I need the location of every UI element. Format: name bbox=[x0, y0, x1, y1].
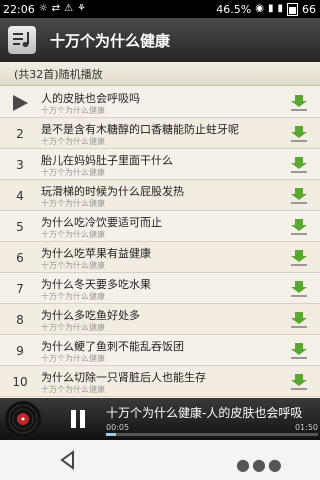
warning-icon: ⚠ bbox=[64, 3, 74, 14]
music-list-icon[interactable] bbox=[8, 26, 36, 54]
song-number: 2 bbox=[16, 126, 24, 141]
notification-icon: ☼ bbox=[38, 3, 48, 14]
list-item[interactable]: 3 胎儿在妈妈肚子里面干什么 十万个为什么健康 bbox=[0, 149, 320, 180]
battery-percent: 46.5% bbox=[216, 2, 252, 16]
song-album: 十万个为什么健康 bbox=[41, 323, 105, 332]
song-album: 十万个为什么健康 bbox=[41, 292, 105, 301]
list-item[interactable]: 2 是不是含有木糖醇的口香糖能防止蛀牙呢 十万个为什么健康 bbox=[0, 118, 320, 149]
play-mode-header[interactable]: (共32首)随机播放 bbox=[0, 62, 320, 86]
song-title: 人的皮肤也会呼吸吗 bbox=[41, 92, 140, 105]
status-time: 22:06 bbox=[3, 2, 35, 16]
progress-fill bbox=[106, 433, 116, 436]
signal-icon-2: ▮ bbox=[277, 3, 283, 14]
song-title: 为什么鲠了鱼刺不能乱吞饭团 bbox=[41, 340, 184, 353]
system-nav-bar: ●●● bbox=[0, 440, 320, 480]
page-title: 十万个为什么健康 bbox=[50, 31, 171, 50]
list-item[interactable]: 7 为什么冬天要多吃水果 十万个为什么健康 bbox=[0, 273, 320, 304]
song-number: 8 bbox=[16, 312, 24, 327]
vinyl-disc-icon[interactable] bbox=[4, 400, 42, 438]
list-item[interactable]: 9 为什么鲠了鱼刺不能乱吞饭团 十万个为什么健康 bbox=[0, 335, 320, 366]
song-album: 十万个为什么健康 bbox=[41, 168, 105, 177]
song-number: 10 bbox=[12, 374, 28, 389]
list-item[interactable]: 6 为什么吃苹果有益健康 十万个为什么健康 bbox=[0, 242, 320, 273]
song-title: 为什么切除一只肾脏后人也能生存 bbox=[41, 371, 206, 384]
download-icon[interactable] bbox=[290, 125, 308, 143]
now-playing-indicator-icon bbox=[0, 87, 40, 118]
song-album: 十万个为什么健康 bbox=[41, 354, 105, 363]
song-album: 十万个为什么健康 bbox=[41, 261, 105, 270]
now-playing-area: 十万个为什么健康-人的皮肤也会呼吸 00:05 01:50 bbox=[106, 398, 318, 440]
list-item[interactable]: 5 为什么吃冷饮要适可而止 十万个为什么健康 bbox=[0, 211, 320, 242]
download-icon[interactable] bbox=[290, 311, 308, 329]
back-icon[interactable] bbox=[58, 450, 78, 470]
download-icon[interactable] bbox=[290, 280, 308, 298]
status-bar: 22:06 ☼ ⇄ ⚠ ⚘ 46.5% ◉ ▮ ▮ 66 bbox=[0, 0, 320, 18]
song-title: 为什么冬天要多吃水果 bbox=[41, 278, 151, 291]
song-title: 玩滑梯的时候为什么屁股发热 bbox=[41, 185, 184, 198]
song-number: 3 bbox=[16, 157, 24, 172]
song-number: 5 bbox=[16, 219, 24, 234]
song-album: 十万个为什么健康 bbox=[41, 106, 105, 115]
download-icon[interactable] bbox=[290, 249, 308, 267]
now-playing-title: 十万个为什么健康-人的皮肤也会呼吸 bbox=[106, 406, 303, 420]
list-item[interactable]: 4 玩滑梯的时候为什么屁股发热 十万个为什么健康 bbox=[0, 180, 320, 211]
wifi-icon: ◉ bbox=[255, 3, 264, 14]
song-album: 十万个为什么健康 bbox=[41, 137, 105, 146]
mini-player: 十万个为什么健康-人的皮肤也会呼吸 00:05 01:50 bbox=[0, 398, 320, 440]
song-number: 6 bbox=[16, 250, 24, 265]
song-number: 4 bbox=[16, 188, 24, 203]
song-number: 7 bbox=[16, 281, 24, 296]
download-icon[interactable] bbox=[290, 373, 308, 391]
signal-icon: ▮ bbox=[267, 3, 274, 14]
status-right-number: 66 bbox=[302, 2, 316, 16]
app-header: 十万个为什么健康 bbox=[0, 18, 320, 63]
song-album: 十万个为什么健康 bbox=[41, 230, 105, 239]
song-title: 是不是含有木糖醇的口香糖能防止蛀牙呢 bbox=[41, 123, 239, 136]
usb-icon: ⇄ bbox=[51, 3, 61, 14]
song-title: 胎儿在妈妈肚子里面干什么 bbox=[41, 154, 173, 167]
list-item[interactable]: 10 为什么切除一只肾脏后人也能生存 十万个为什么健康 bbox=[0, 366, 320, 397]
current-time: 00:05 bbox=[106, 423, 130, 432]
song-album: 十万个为什么健康 bbox=[41, 385, 105, 394]
download-icon[interactable] bbox=[290, 156, 308, 174]
pause-button[interactable] bbox=[64, 405, 92, 433]
song-title: 为什么多吃鱼好处多 bbox=[41, 309, 140, 322]
battery-icon bbox=[287, 2, 298, 16]
download-icon[interactable] bbox=[290, 218, 308, 236]
download-icon[interactable] bbox=[290, 94, 308, 112]
more-icon[interactable]: ●●● bbox=[236, 455, 284, 474]
download-icon[interactable] bbox=[290, 342, 308, 360]
song-list: 人的皮肤也会呼吸吗 十万个为什么健康 2 是不是含有木糖醇的口香糖能防止蛀牙呢 … bbox=[0, 87, 320, 397]
song-number: 9 bbox=[16, 343, 24, 358]
download-icon[interactable] bbox=[290, 187, 308, 205]
list-item[interactable]: 8 为什么多吃鱼好处多 十万个为什么健康 bbox=[0, 304, 320, 335]
app-icon: ⚘ bbox=[77, 3, 86, 14]
song-album: 十万个为什么健康 bbox=[41, 199, 105, 208]
list-item[interactable]: 人的皮肤也会呼吸吗 十万个为什么健康 bbox=[0, 87, 320, 118]
progress-bar[interactable] bbox=[106, 433, 318, 436]
play-mode-label: (共32首)随机播放 bbox=[14, 67, 103, 81]
pause-icon bbox=[71, 410, 85, 428]
song-title: 为什么吃冷饮要适可而止 bbox=[41, 216, 162, 229]
song-title: 为什么吃苹果有益健康 bbox=[41, 247, 151, 260]
total-time: 01:50 bbox=[294, 423, 318, 432]
